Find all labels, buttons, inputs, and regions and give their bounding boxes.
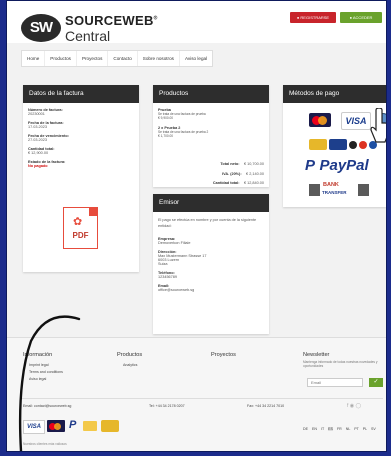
payment-panel-title: Métodos de pago: [283, 85, 386, 103]
acrobat-icon: ✿: [73, 216, 83, 228]
card-circle-icon[interactable]: [359, 141, 367, 149]
invoice-panel-title: Datos de la factura: [23, 85, 139, 103]
logo-icon[interactable]: SW: [21, 14, 61, 42]
totals-block: Total neto: € 10,700.00 IVA. (20%): € 2,…: [213, 158, 264, 187]
pdf-fold: [89, 207, 98, 216]
newsletter-text: Mantenga informado de todas nuestras nov…: [303, 360, 378, 368]
products-panel: Productos Prueba Se trata de una factura…: [153, 85, 269, 187]
nav-proyectos[interactable]: Proyectos: [77, 51, 109, 66]
card-circle-icon[interactable]: [349, 141, 357, 149]
lang-es[interactable]: ES: [328, 427, 333, 431]
grand-total-label: Cantidad total:: [212, 181, 240, 185]
logo-name: SOURCEWEB®: [65, 13, 158, 28]
bank-transfer-icon[interactable]: BANK TRANSFER: [309, 182, 369, 198]
lang-nl[interactable]: NL: [346, 427, 350, 431]
lang-fr[interactable]: FR: [337, 427, 342, 431]
maestro-icon[interactable]: [329, 139, 347, 150]
footer-fax: Fax: +44 34 2214 7010: [247, 404, 285, 408]
transfer-label: TRANSFER: [322, 190, 347, 195]
register-button[interactable]: ● REGISTRARSE: [290, 12, 336, 23]
lang-de[interactable]: DE: [303, 427, 308, 431]
nav-productos[interactable]: Productos: [45, 51, 77, 66]
login-button[interactable]: ● ACCEDER: [340, 12, 382, 23]
nav-contacto[interactable]: Contacto: [108, 51, 138, 66]
lang-en[interactable]: EN: [312, 427, 317, 431]
visa-icon[interactable]: VISA: [341, 112, 371, 130]
status-badge: No pagado: [28, 164, 48, 168]
paypal-wordmark: PayPal: [319, 157, 369, 174]
main-nav: Home Productos Proyectos Contacto Sobre …: [21, 50, 214, 67]
nav-home[interactable]: Home: [22, 51, 46, 66]
pdf-download-icon[interactable]: ✿ PDF: [63, 207, 98, 249]
footer-link[interactable]: Analytics: [123, 363, 137, 367]
lang-sv[interactable]: SV: [371, 427, 376, 431]
footer-tel: Tel: +44 34 2178 0207: [149, 404, 185, 408]
footer-products-title: Productos: [117, 352, 143, 358]
lang-pl[interactable]: PL: [363, 427, 367, 431]
diners-icon[interactable]: [309, 139, 327, 150]
lang-pt[interactable]: PT: [354, 427, 359, 431]
pdf-label: PDF: [72, 231, 89, 240]
email-value: office@sourceweb.sg: [158, 288, 195, 292]
net-label: Total neto:: [220, 162, 240, 166]
site-header: SW SOURCEWEB® Central ● REGISTRARSE ● AC…: [7, 1, 386, 44]
language-switcher[interactable]: DE EN IT ES FR NL PT PL SV: [303, 427, 376, 431]
vat-value: € 2,140.00: [246, 171, 264, 176]
net-value: € 10,700.00: [243, 162, 264, 166]
issuer-intro: El pago se efectúa en nombre y por cuent…: [158, 218, 257, 228]
paypal-icon[interactable]: P PayPal: [305, 157, 375, 175]
issuer-panel-title: Emisor: [153, 194, 269, 212]
browser-page: SW SOURCEWEB® Central ● REGISTRARSE ● AC…: [6, 0, 387, 452]
product-price: € 1,700.00: [158, 134, 174, 138]
paypal-p-icon: P: [305, 157, 316, 174]
hand-cursor-icon: [370, 108, 386, 143]
products-panel-title: Productos: [153, 85, 269, 103]
issuer-panel: Emisor El pago se efectúa en nombre y po…: [153, 194, 269, 334]
nav-aviso-legal[interactable]: Aviso legal: [180, 51, 212, 66]
newsletter-email-input[interactable]: [307, 378, 363, 387]
newsletter-submit-button[interactable]: ✓: [369, 378, 383, 387]
logo-subtitle: Central: [65, 28, 111, 44]
nav-sobre-nosotros[interactable]: Sobre nosotros: [138, 51, 180, 66]
lang-it[interactable]: IT: [321, 427, 324, 431]
footer-projects-title: Proyectos: [211, 352, 236, 358]
social-icons[interactable]: f ◉ ◯: [347, 403, 361, 409]
invoice-panel: Datos de la factura Número de factura: 2…: [23, 85, 139, 272]
mastercard-icon[interactable]: [309, 113, 331, 127]
hand-drawn-arc: [18, 315, 81, 451]
bank-label: BANK: [323, 182, 339, 188]
diners-icon: [101, 420, 119, 432]
newsletter-title: Newsletter: [303, 352, 330, 358]
grand-total-value: € 12,840.00: [243, 181, 264, 185]
